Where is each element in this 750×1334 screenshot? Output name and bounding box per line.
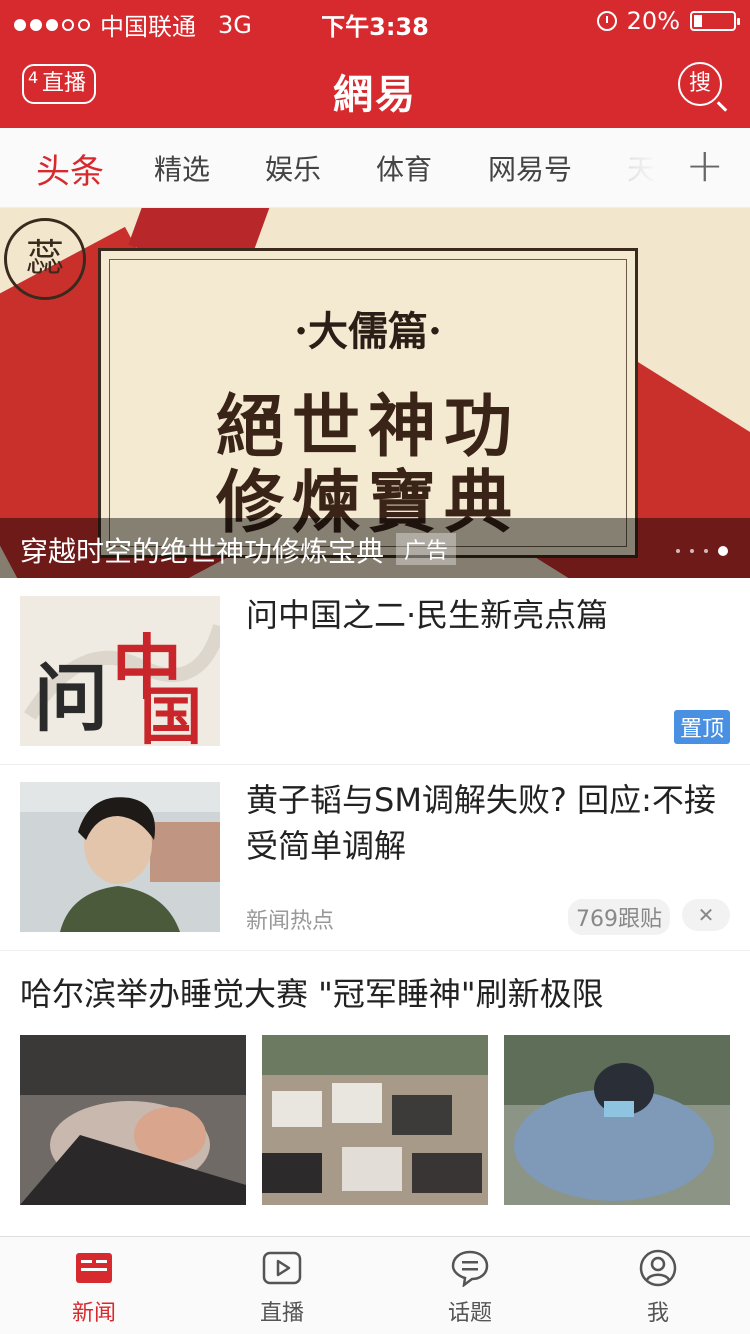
nav-news[interactable]: 新闻 (34, 1249, 154, 1327)
comment-count[interactable]: 769跟贴 (568, 899, 670, 935)
app-logo: 網易 (333, 71, 417, 118)
top-bar: 中国联通 3G 下午3:38 20% 4 直播 網易 搜 (0, 0, 750, 128)
battery-icon (690, 11, 740, 31)
tab-headlines[interactable]: 头条 (36, 144, 104, 193)
search-button-label: 搜 (688, 71, 711, 96)
news-item[interactable]: 问 中 国 问中国之二·民生新亮点篇 置顶 (0, 578, 750, 765)
svg-text:国: 国 (140, 680, 202, 746)
newspaper-icon (74, 1249, 114, 1287)
banner-caption-bar: 穿越时空的绝世神功修炼宝典 广告 (0, 518, 750, 578)
alarm-icon (596, 11, 617, 31)
nav-me-label: 我 (646, 1301, 669, 1326)
nav-topics-label: 话题 (447, 1301, 492, 1326)
news-thumbnail: 问 中 国 (20, 596, 220, 746)
search-button[interactable]: 搜 (678, 62, 722, 106)
status-bar: 中国联通 3G 下午3:38 20% (0, 0, 750, 41)
banner-subtitle: ·大儒篇· (294, 308, 442, 355)
battery-percent: 20% (626, 7, 680, 35)
tab-featured[interactable]: 精选 (154, 148, 210, 188)
bottom-tab-bar: 新闻 直播 话题 我 (0, 1236, 750, 1334)
news-title: 哈尔滨举办睡觉大赛 "冠军睡神"刷新极限 (20, 975, 604, 1013)
banner-caption: 穿越时空的绝世神功修炼宝典 广告 (20, 530, 457, 570)
nav-news-label: 新闻 (71, 1301, 116, 1326)
tab-fade (600, 128, 660, 207)
tab-netease-account[interactable]: 网易号 (488, 148, 572, 188)
tab-entertainment[interactable]: 娱乐 (265, 148, 321, 188)
nav-live-label: 直播 (259, 1301, 304, 1326)
nav-live[interactable]: 直播 (222, 1249, 342, 1327)
banner-scroll: ·大儒篇· 絕世神功 修煉寶典 (98, 248, 638, 558)
dismiss-button[interactable]: ✕ (682, 899, 730, 931)
tab-sports[interactable]: 体育 (376, 148, 432, 188)
category-tabs: 头条 精选 娱乐 体育 网易号 天 + (0, 128, 750, 208)
ad-badge: 广告 (396, 533, 457, 565)
banner-seal: 蕊 (4, 218, 86, 300)
news-photo (262, 1035, 488, 1205)
pager-dot (704, 549, 708, 553)
pinned-badge: 置顶 (673, 710, 730, 744)
news-source: 新闻热点 (246, 909, 335, 934)
svg-text:问: 问 (34, 656, 108, 742)
banner-carousel[interactable]: ·大儒篇· 絕世神功 修煉寶典 蕊 穿越时空的绝世神功修炼宝典 广告 (0, 208, 750, 578)
news-item[interactable]: 黄子韬与SM调解失败? 回应:不接受简单调解 新闻热点 769跟贴 ✕ (0, 765, 750, 951)
pager-dot (690, 549, 694, 553)
news-item[interactable]: 哈尔滨举办睡觉大赛 "冠军睡神"刷新极限 (0, 951, 750, 1251)
user-icon (638, 1249, 678, 1287)
news-title: 黄子韬与SM调解失败? 回应:不接受简单调解 (246, 781, 716, 865)
news-title: 问中国之二·民生新亮点篇 (246, 596, 609, 634)
nav-me[interactable]: 我 (598, 1249, 718, 1327)
status-right: 20% (596, 7, 740, 35)
news-photo (20, 1035, 246, 1205)
play-icon (262, 1249, 302, 1287)
plus-icon[interactable]: + (685, 138, 724, 192)
pager-dot-active (718, 546, 728, 556)
banner-caption-text: 穿越时空的绝世神功修炼宝典 (20, 535, 385, 568)
news-thumbnail (20, 782, 220, 932)
carousel-pager (676, 546, 728, 556)
news-photo (504, 1035, 730, 1205)
pager-dot (676, 549, 680, 553)
speech-bubble-icon (450, 1249, 490, 1288)
nav-topics[interactable]: 话题 (410, 1249, 530, 1327)
